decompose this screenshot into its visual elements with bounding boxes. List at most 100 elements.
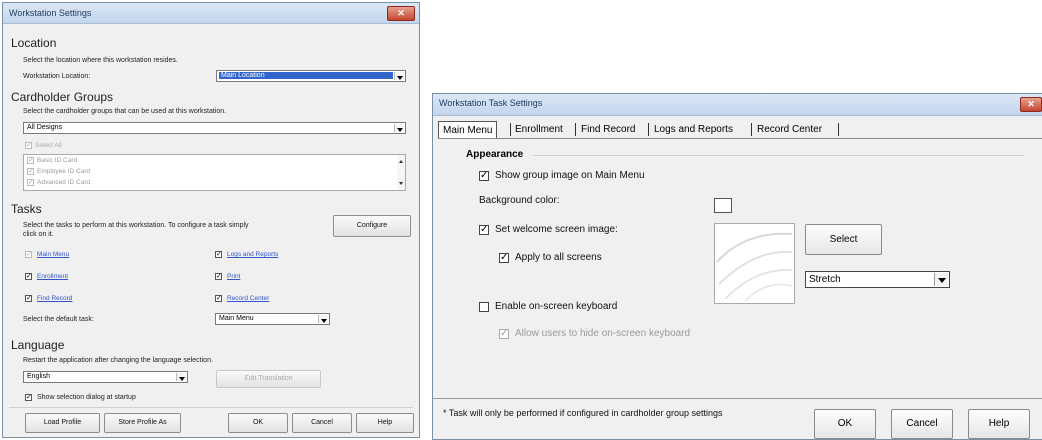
- show-group-image-checkbox[interactable]: ✓: [479, 171, 489, 181]
- select-all-checkbox[interactable]: ✓: [25, 142, 32, 149]
- workstation-task-settings-window: Workstation Task Settings ✕ Main Menu En…: [432, 93, 1042, 440]
- help-button[interactable]: Help: [968, 409, 1030, 439]
- workstation-settings-window: Workstation Settings ✕ Location Select t…: [2, 2, 420, 438]
- show-selection-dialog-checkbox[interactable]: ✓: [25, 394, 32, 401]
- load-profile-button[interactable]: Load Profile: [25, 413, 100, 433]
- tasks-description-line1: Select the tasks to perform at this work…: [23, 222, 249, 229]
- tab-logs-and-reports[interactable]: Logs and Reports: [650, 121, 737, 138]
- chevron-down-icon[interactable]: [318, 315, 328, 323]
- tab-separator: [751, 123, 752, 136]
- image-scale-value: Stretch: [809, 274, 841, 285]
- default-task-select[interactable]: Main Menu: [215, 313, 330, 325]
- divider: [9, 407, 413, 408]
- window-title: Workstation Task Settings: [439, 98, 543, 108]
- show-group-image-label: Show group image on Main Menu: [495, 170, 645, 181]
- workstation-location-select[interactable]: Main Location: [216, 70, 406, 82]
- default-task-label: Select the default task:: [23, 316, 94, 323]
- task-link-enrollment[interactable]: Enrollment: [37, 273, 68, 280]
- show-selection-dialog-label: Show selection dialog at startup: [37, 394, 136, 401]
- window-title: Workstation Settings: [9, 8, 92, 18]
- task-checkbox-print[interactable]: ✓: [215, 273, 222, 280]
- welcome-image-preview: [714, 223, 795, 304]
- tasks-header: Tasks: [11, 202, 42, 216]
- close-button[interactable]: ✕: [387, 6, 415, 21]
- close-button[interactable]: ✕: [1020, 97, 1042, 112]
- enable-keyboard-checkbox[interactable]: [479, 302, 489, 312]
- set-welcome-image-checkbox[interactable]: ✓: [479, 225, 489, 235]
- cancel-button[interactable]: Cancel: [891, 409, 953, 439]
- configure-button[interactable]: Configure: [333, 215, 411, 237]
- cardholder-groups-select[interactable]: All Designs: [23, 122, 406, 134]
- tab-separator: [838, 123, 839, 136]
- language-select[interactable]: English: [23, 371, 188, 383]
- background-color-swatch[interactable]: [714, 198, 732, 213]
- tasks-description-line2: click on it.: [23, 231, 54, 238]
- tab-enrollment[interactable]: Enrollment: [511, 121, 567, 138]
- task-link-main-menu[interactable]: Main Menu: [37, 251, 69, 258]
- task-link-find-record[interactable]: Find Record: [37, 295, 72, 302]
- enable-keyboard-label: Enable on-screen keyboard: [495, 301, 618, 312]
- cardholder-groups-description: Select the cardholder groups that can be…: [23, 108, 227, 115]
- ok-button[interactable]: OK: [814, 409, 876, 439]
- chevron-down-icon[interactable]: [176, 373, 186, 381]
- set-welcome-image-label: Set welcome screen image:: [495, 224, 618, 235]
- task-link-record-center[interactable]: Record Center: [227, 295, 269, 302]
- allow-hide-keyboard-checkbox[interactable]: ✓: [499, 329, 509, 339]
- edit-translation-button[interactable]: Edit Translation: [216, 370, 321, 388]
- location-description: Select the location where this workstati…: [23, 57, 178, 64]
- chevron-down-icon[interactable]: [934, 273, 948, 286]
- chevron-down-icon[interactable]: [394, 124, 404, 132]
- allow-hide-keyboard-label: Allow users to hide on-screen keyboard: [515, 328, 691, 339]
- cancel-button[interactable]: Cancel: [292, 413, 352, 433]
- task-link-print[interactable]: Print: [227, 273, 240, 280]
- workstation-location-value: Main Location: [219, 72, 393, 79]
- appearance-header: Appearance: [466, 149, 524, 160]
- chevron-down-icon[interactable]: [394, 72, 404, 80]
- tab-separator: [575, 123, 576, 136]
- task-checkbox-record-center[interactable]: ✓: [215, 295, 222, 302]
- title-bar: Workstation Settings ✕: [3, 3, 419, 24]
- default-task-value: Main Menu: [219, 315, 254, 322]
- help-button[interactable]: Help: [356, 413, 414, 433]
- tab-main-menu[interactable]: Main Menu: [438, 121, 498, 138]
- location-header: Location: [11, 36, 57, 50]
- apply-all-screens-label: Apply to all screens: [515, 252, 602, 263]
- list-item-checkbox[interactable]: ✓: [27, 157, 34, 164]
- card-design-list[interactable]: ✓ Basic ID Card ✓ Employee ID Card ✓ Adv…: [23, 154, 406, 191]
- tab-strip: Main Menu Enrollment Find Record Logs an…: [438, 121, 1038, 138]
- tab-find-record[interactable]: Find Record: [577, 121, 639, 138]
- list-item: Employee ID Card: [37, 168, 91, 175]
- store-profile-as-button[interactable]: Store Profile As: [104, 413, 181, 433]
- task-checkbox-main-menu[interactable]: ✓: [25, 251, 32, 258]
- scroll-down-icon[interactable]: [399, 182, 403, 185]
- tab-underline: [438, 138, 1042, 139]
- list-scrollbar[interactable]: [397, 155, 405, 190]
- apply-all-screens-checkbox[interactable]: ✓: [499, 253, 509, 263]
- list-item-checkbox[interactable]: ✓: [27, 168, 34, 175]
- scroll-up-icon[interactable]: [399, 160, 403, 163]
- footer-divider: [433, 398, 1042, 399]
- language-description: Restart the application after changing t…: [23, 357, 213, 364]
- cardholder-groups-value: All Designs: [27, 124, 63, 131]
- cardholder-groups-header: Cardholder Groups: [11, 90, 114, 104]
- tab-record-center[interactable]: Record Center: [753, 121, 826, 138]
- task-checkbox-find-record[interactable]: ✓: [25, 295, 32, 302]
- appearance-divider: [533, 155, 1024, 156]
- image-thumbnail-icon: [716, 232, 793, 302]
- footer-note: * Task will only be performed if configu…: [443, 408, 723, 418]
- image-scale-select[interactable]: Stretch: [805, 271, 950, 288]
- tab-separator: [648, 123, 649, 136]
- ok-button[interactable]: OK: [228, 413, 288, 433]
- background-color-label: Background color:: [479, 195, 560, 206]
- task-checkbox-enrollment[interactable]: ✓: [25, 273, 32, 280]
- select-image-button[interactable]: Select: [805, 224, 882, 255]
- list-item: Basic ID Card: [37, 157, 78, 164]
- language-value: English: [27, 373, 50, 380]
- title-bar: Workstation Task Settings ✕: [433, 94, 1042, 116]
- task-link-logs-and-reports[interactable]: Logs and Reports: [227, 251, 278, 258]
- list-item: Advanced ID Card: [37, 179, 91, 186]
- language-header: Language: [11, 338, 65, 352]
- list-item-checkbox[interactable]: ✓: [27, 179, 34, 186]
- task-checkbox-logs-and-reports[interactable]: ✓: [215, 251, 222, 258]
- workstation-location-label: Workstation Location:: [23, 73, 91, 80]
